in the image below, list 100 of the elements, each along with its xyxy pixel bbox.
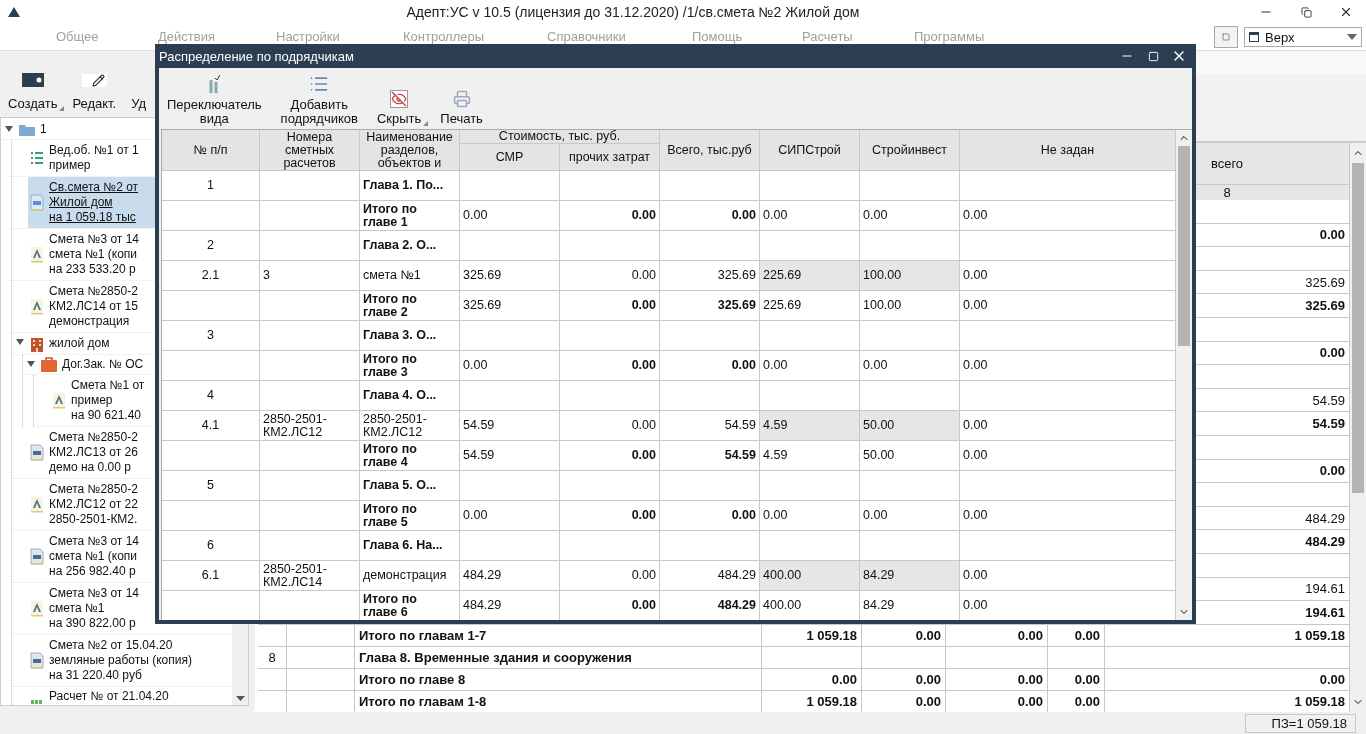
table-cell: 54.59 — [660, 411, 760, 441]
document-icon — [30, 444, 44, 461]
column-header: Не задан — [960, 130, 1176, 171]
pencil-icon — [81, 74, 107, 87]
layout-button[interactable] — [1214, 26, 1238, 48]
table-cell: 484.29 — [660, 561, 760, 591]
close-icon — [1339, 5, 1353, 19]
table-cell: 0.00 — [660, 201, 760, 231]
table-cell: 0.00 — [560, 441, 660, 471]
column-header: СМР — [460, 144, 560, 171]
table-cell: 54.59 — [460, 441, 560, 471]
table-cell: 0.00 — [560, 561, 660, 591]
table-cell: 0.00 — [946, 668, 1048, 691]
table-cell: Глава 8. Временные здания и сооружения — [355, 646, 762, 669]
table-cell: 2850-2501- КМ2.ЛС12 — [360, 411, 460, 441]
toolbar-button[interactable]: Уд — [129, 73, 154, 111]
table-cell: 0.00 — [860, 351, 960, 381]
toolbar-button[interactable]: Создать — [6, 73, 65, 111]
tree-item[interactable]: Дог.Зак. № ОС — [39, 355, 231, 374]
document-icon — [30, 496, 44, 513]
table-cell: 0.00 — [760, 501, 860, 531]
table-cell: 0.00 — [460, 351, 560, 381]
table-cell: 54.59 — [660, 441, 760, 471]
table-cell: 0.00 — [960, 291, 1176, 321]
table-cell: 0.00 — [960, 441, 1176, 471]
briefcase-icon — [41, 357, 57, 372]
table-cell: 0.00 — [660, 351, 760, 381]
table-cell: смета №1 — [360, 261, 460, 291]
table-cell: 0.00 — [660, 501, 760, 531]
toolbar-button[interactable]: Переключатель вида — [165, 74, 269, 126]
scroll-down-icon[interactable] — [235, 696, 245, 701]
table-cell: Итого по главе 5 — [360, 501, 460, 531]
table-cell: Итого по главе 3 — [360, 351, 460, 381]
view-dropdown[interactable]: Верх — [1244, 27, 1362, 47]
table-cell: 0.00 — [860, 201, 960, 231]
table-cell: 325.69 — [660, 291, 760, 321]
calculator-icon — [30, 699, 44, 704]
table-cell: 0.00 — [960, 411, 1176, 441]
column-header: прочих затрат — [560, 144, 660, 171]
table-cell: Глава 1. По... — [360, 171, 460, 201]
toolbar-button[interactable]: Печать — [438, 90, 490, 126]
table-cell: 4.59 — [760, 411, 860, 441]
maximize-icon — [1147, 50, 1159, 62]
table-cell: 0.00 — [560, 261, 660, 291]
table-cell: 0.00 — [960, 501, 1176, 531]
table-cell: 2850-2501- КМ2.ЛС12 — [260, 411, 360, 441]
window-icon — [1249, 32, 1259, 42]
table-cell: 0.00 — [1105, 668, 1350, 691]
table-cell: 50.00 — [860, 411, 960, 441]
table-cell: 6.1 — [162, 561, 260, 591]
table-cell: 0.00 — [960, 561, 1176, 591]
table-cell: 0.00 — [762, 668, 862, 691]
document-icon — [30, 652, 44, 669]
table-cell: Глава 5. О... — [360, 471, 460, 501]
table-cell: 0.00 — [960, 201, 1176, 231]
table-cell: Глава 2. О... — [360, 231, 460, 261]
menu-arrow-icon — [423, 121, 429, 126]
expand-caret-icon[interactable] — [5, 126, 13, 132]
table-cell: Итого по главе 8 — [355, 668, 762, 691]
table-cell: Итого по главе 4 — [360, 441, 460, 471]
table-cell: 0.00 — [460, 201, 560, 231]
table-cell: 325.69 — [660, 261, 760, 291]
dialog-title: Распределение по подрядчикам — [159, 48, 355, 64]
table-cell: 1 — [162, 171, 260, 201]
table-cell: 8 — [258, 646, 287, 669]
list-icon — [30, 149, 44, 167]
table-cell — [287, 624, 355, 647]
create-icon — [21, 73, 44, 87]
scrollbar-thumb[interactable] — [1178, 146, 1190, 346]
list-icon — [309, 74, 330, 94]
table-cell: 0.00 — [560, 411, 660, 441]
table-cell: демонстрация — [360, 561, 460, 591]
table-cell: 0.00 — [1048, 668, 1105, 691]
expand-caret-icon[interactable] — [27, 361, 35, 367]
table-cell: 4.1 — [162, 411, 260, 441]
table-cell — [258, 668, 287, 691]
column-group-header: Стоимость, тыс. руб. — [460, 130, 660, 144]
table-cell: Итого по главе 1 — [360, 201, 460, 231]
toolbar-button[interactable]: Добавить подрядчиков — [278, 74, 365, 126]
table-cell: 1 059.18 — [762, 624, 862, 647]
expand-caret-icon[interactable] — [16, 339, 24, 345]
table-cell: 2.1 — [162, 261, 260, 291]
column-header: СИПСтрой — [760, 130, 860, 171]
tree-item[interactable]: Расчет № от 21.04.20 — [28, 687, 231, 705]
dropdown-caret-icon — [1347, 34, 1357, 40]
table-cell: 100.00 — [860, 291, 960, 321]
app-logo-icon — [8, 7, 20, 17]
table-cell: 325.69 — [460, 291, 560, 321]
table-cell: Глава 3. О... — [360, 321, 460, 351]
window-title: Адепт:УС v 10.5 (лицензия до 31.12.2020) /1/св.смета №2 Жилой дом — [405, 4, 861, 20]
toolbar-button[interactable]: Редакт. — [70, 74, 124, 111]
table-cell: 2 — [162, 231, 260, 261]
table-cell: 54.59 — [460, 411, 560, 441]
scrollbar-thumb[interactable] — [1352, 163, 1364, 493]
table-cell — [1048, 646, 1105, 669]
toolbar-button[interactable]: Скрыть — [374, 90, 429, 126]
tree-item[interactable]: Смета №2 от 15.04.20 земляные работы (копия) на 31 220.40 руб — [28, 635, 231, 686]
table-cell: 400.00 — [760, 591, 860, 620]
status-text: ПЗ=1 059.18 — [1244, 713, 1356, 733]
table-cell: 2850-2501- КМ2.ЛС14 — [260, 561, 360, 591]
